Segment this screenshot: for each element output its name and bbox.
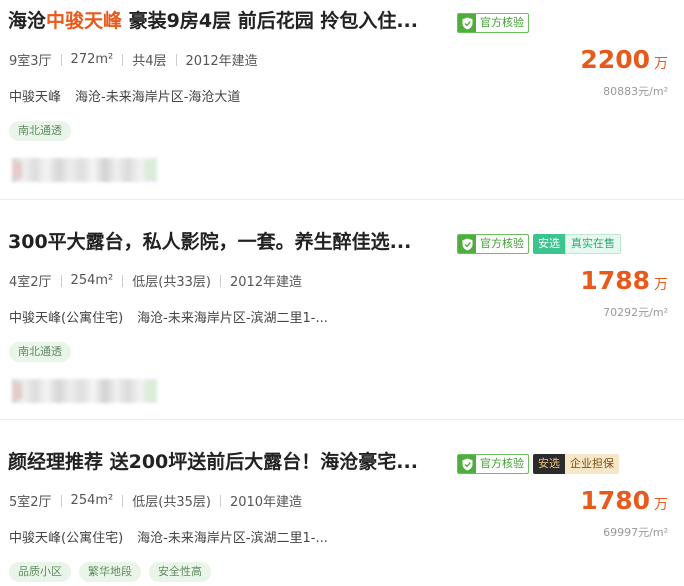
title-highlight: 中骏天峰 [46, 10, 123, 32]
house-info: 9室3厅 272m² 共4层 2012年建造 [9, 50, 258, 69]
tag-group: 官方核验 [457, 13, 529, 33]
anxuan-badge: 安选 [533, 234, 565, 254]
size: 272m² [70, 52, 114, 67]
area-link[interactable]: 海沧-未来海岸片区-滨湖二里1-... [137, 527, 328, 546]
price-value: 1780 [580, 486, 650, 515]
price-unit: 万 [654, 497, 668, 513]
verify-badge: 官方核验 [457, 13, 529, 33]
enterprise-guarantee-badge: 企业担保 [565, 454, 619, 474]
size: 254m² [70, 273, 114, 288]
unit-price: 69997元/m² [603, 526, 668, 539]
feature-tags: 南北通透 [9, 121, 71, 141]
verify-badge: 官方核验 [457, 234, 529, 254]
area-link[interactable]: 海沧-未来海岸片区-海沧大道 [75, 86, 240, 105]
shield-check-icon [458, 235, 476, 253]
tag-group: 官方核验 安选 真实在售 [457, 234, 621, 254]
feature-tag: 繁华地段 [79, 562, 141, 582]
house-info: 4室2厅 254m² 低层(共33层) 2012年建造 [9, 271, 302, 290]
total-price: 2200 万 [580, 45, 668, 74]
feature-tag: 南北通透 [9, 121, 71, 141]
total-price: 1780 万 [580, 486, 668, 515]
community-link[interactable]: 中骏天峰(公寓住宅) [9, 307, 123, 326]
feature-tags: 品质小区 繁华地段 安全性高 [9, 562, 211, 582]
tag-group: 官方核验 安选 企业担保 [457, 454, 619, 474]
title-prefix: 颜经理推荐 送200坪送前后大露台！海沧豪宅... [8, 451, 418, 473]
address: 中骏天峰(公寓住宅) 海沧-未来海岸片区-滨湖二里1-... [9, 527, 328, 546]
address: 中骏天峰(公寓住宅) 海沧-未来海岸片区-滨湖二里1-... [9, 307, 328, 326]
feature-tags: 南北通透 [9, 342, 71, 362]
price-value: 2200 [580, 45, 650, 74]
verify-label: 官方核验 [480, 16, 524, 29]
verify-label: 官方核验 [480, 457, 524, 470]
unit-price: 70292元/m² [603, 306, 668, 319]
verify-badge: 官方核验 [457, 454, 529, 474]
layout: 4室2厅 [9, 275, 52, 290]
feature-tag: 品质小区 [9, 562, 71, 582]
build-year: 2010年建造 [229, 495, 303, 510]
price-unit: 万 [654, 277, 668, 293]
area-link[interactable]: 海沧-未来海岸片区-滨湖二里1-... [137, 307, 328, 326]
price-value: 1788 [580, 266, 650, 295]
build-year: 2012年建造 [229, 275, 303, 290]
title-prefix: 300平大露台，私人影院，一套。养生醉佳选... [8, 231, 412, 253]
title-prefix: 海沧 [8, 10, 47, 32]
address: 中骏天峰 海沧-未来海岸片区-海沧大道 [9, 86, 240, 105]
layout: 5室2厅 [9, 495, 52, 510]
title-suffix: 豪装9房4层 前后花园 拎包入住... [122, 10, 418, 32]
total-price: 1788 万 [580, 266, 668, 295]
real-sale-badge: 真实在售 [565, 234, 621, 254]
shield-check-icon [458, 455, 476, 473]
verify-label: 官方核验 [480, 237, 524, 250]
blurred-agent-info [12, 379, 157, 403]
divider [0, 199, 684, 200]
floor: 共4层 [132, 54, 167, 69]
build-year: 2012年建造 [185, 54, 258, 69]
size: 254m² [70, 493, 114, 508]
floor: 低层(共33层) [132, 275, 211, 290]
price-unit: 万 [654, 56, 668, 72]
anxuan-badge: 安选 [533, 454, 565, 474]
community-link[interactable]: 中骏天峰 [9, 86, 61, 105]
divider [0, 419, 684, 420]
feature-tag: 南北通透 [9, 342, 71, 362]
house-info: 5室2厅 254m² 低层(共35层) 2010年建造 [9, 491, 302, 510]
listing-title[interactable]: 海沧中骏天峰 豪装9房4层 前后花园 拎包入住... [8, 6, 418, 36]
blurred-agent-info [12, 158, 157, 182]
layout: 9室3厅 [9, 54, 52, 69]
community-link[interactable]: 中骏天峰(公寓住宅) [9, 527, 123, 546]
shield-check-icon [458, 14, 476, 32]
floor: 低层(共35层) [132, 495, 211, 510]
unit-price: 80883元/m² [603, 85, 668, 98]
listing-title[interactable]: 颜经理推荐 送200坪送前后大露台！海沧豪宅... [8, 447, 418, 477]
feature-tag: 安全性高 [149, 562, 211, 582]
listing-title[interactable]: 300平大露台，私人影院，一套。养生醉佳选... [8, 227, 411, 257]
